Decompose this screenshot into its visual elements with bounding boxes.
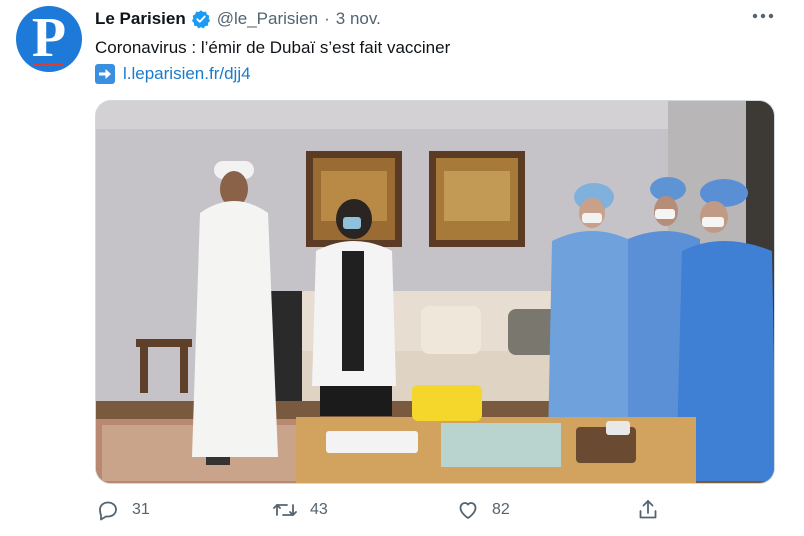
- reply-icon: [99, 501, 117, 521]
- retweet-button[interactable]: 43: [272, 496, 328, 524]
- tweet-link-line: l.leparisien.fr/djj4: [95, 63, 251, 85]
- tweet-photo[interactable]: [95, 100, 775, 484]
- reply-button[interactable]: 31: [96, 496, 150, 524]
- tweet-header: Le Parisien @le_Parisien · 3 nov.: [95, 8, 381, 30]
- tweet-actions: 31 43 82: [96, 496, 776, 524]
- author-handle[interactable]: @le_Parisien: [217, 9, 318, 29]
- retweet-count: 43: [310, 501, 328, 518]
- like-icon: [459, 502, 477, 519]
- verified-badge-icon: [191, 9, 211, 29]
- header-separator: ·: [324, 9, 330, 28]
- like-count: 82: [492, 501, 510, 518]
- avatar[interactable]: P: [16, 6, 82, 72]
- author-name[interactable]: Le Parisien: [95, 9, 186, 29]
- link-arrow-icon: [95, 64, 115, 84]
- avatar-logo-underline: [34, 63, 64, 66]
- share-button[interactable]: [636, 496, 672, 524]
- retweet-icon: [273, 504, 297, 516]
- like-button[interactable]: 82: [456, 496, 510, 524]
- tweet-link[interactable]: l.leparisien.fr/djj4: [123, 64, 251, 84]
- reply-count: 31: [132, 501, 150, 518]
- more-icon[interactable]: [748, 6, 778, 26]
- share-icon: [639, 500, 657, 519]
- tweet-date[interactable]: 3 nov.: [336, 9, 381, 29]
- avatar-logo-letter: P: [31, 7, 67, 69]
- tweet-text: Coronavirus : l’émir de Dubaï s’est fait…: [95, 38, 451, 57]
